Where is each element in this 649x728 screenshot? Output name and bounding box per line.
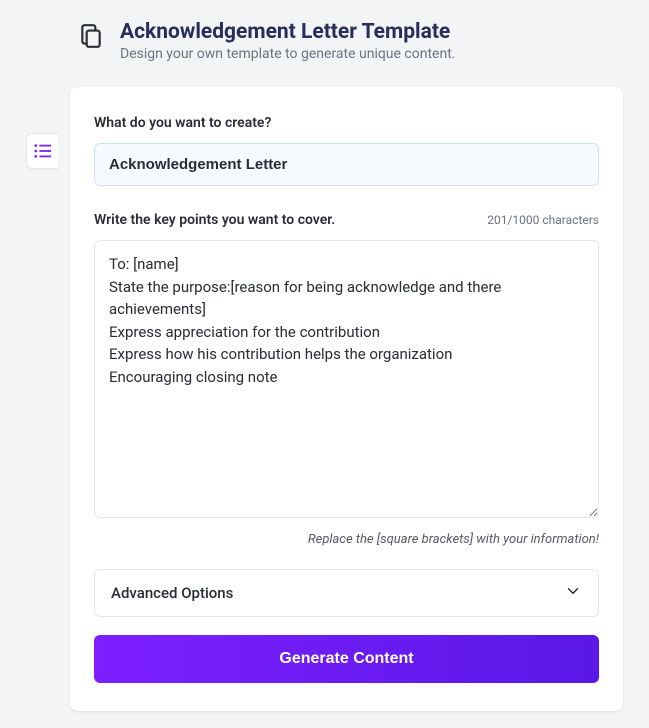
- keypoints-label: Write the key points you want to cover.: [94, 212, 335, 228]
- keypoints-textarea[interactable]: [94, 240, 599, 518]
- page-subtitle: Design your own template to generate uni…: [120, 46, 455, 62]
- hint-text: Replace the [square brackets] with your …: [94, 532, 599, 547]
- generate-content-button[interactable]: Generate Content: [94, 635, 599, 683]
- page-header: Acknowledgement Letter Template Design y…: [0, 0, 649, 62]
- chevron-down-icon: [564, 582, 582, 604]
- page-title: Acknowledgement Letter Template: [120, 20, 455, 44]
- side-list-tab[interactable]: [26, 133, 58, 169]
- copy-icon: [78, 22, 104, 54]
- create-input[interactable]: [94, 143, 599, 186]
- advanced-label: Advanced Options: [111, 584, 233, 602]
- list-icon: [34, 143, 52, 159]
- create-label: What do you want to create?: [94, 115, 599, 131]
- char-counter: 201/1000 characters: [487, 213, 599, 227]
- advanced-options-toggle[interactable]: Advanced Options: [94, 569, 599, 617]
- form-card: What do you want to create? Write the ke…: [70, 87, 623, 711]
